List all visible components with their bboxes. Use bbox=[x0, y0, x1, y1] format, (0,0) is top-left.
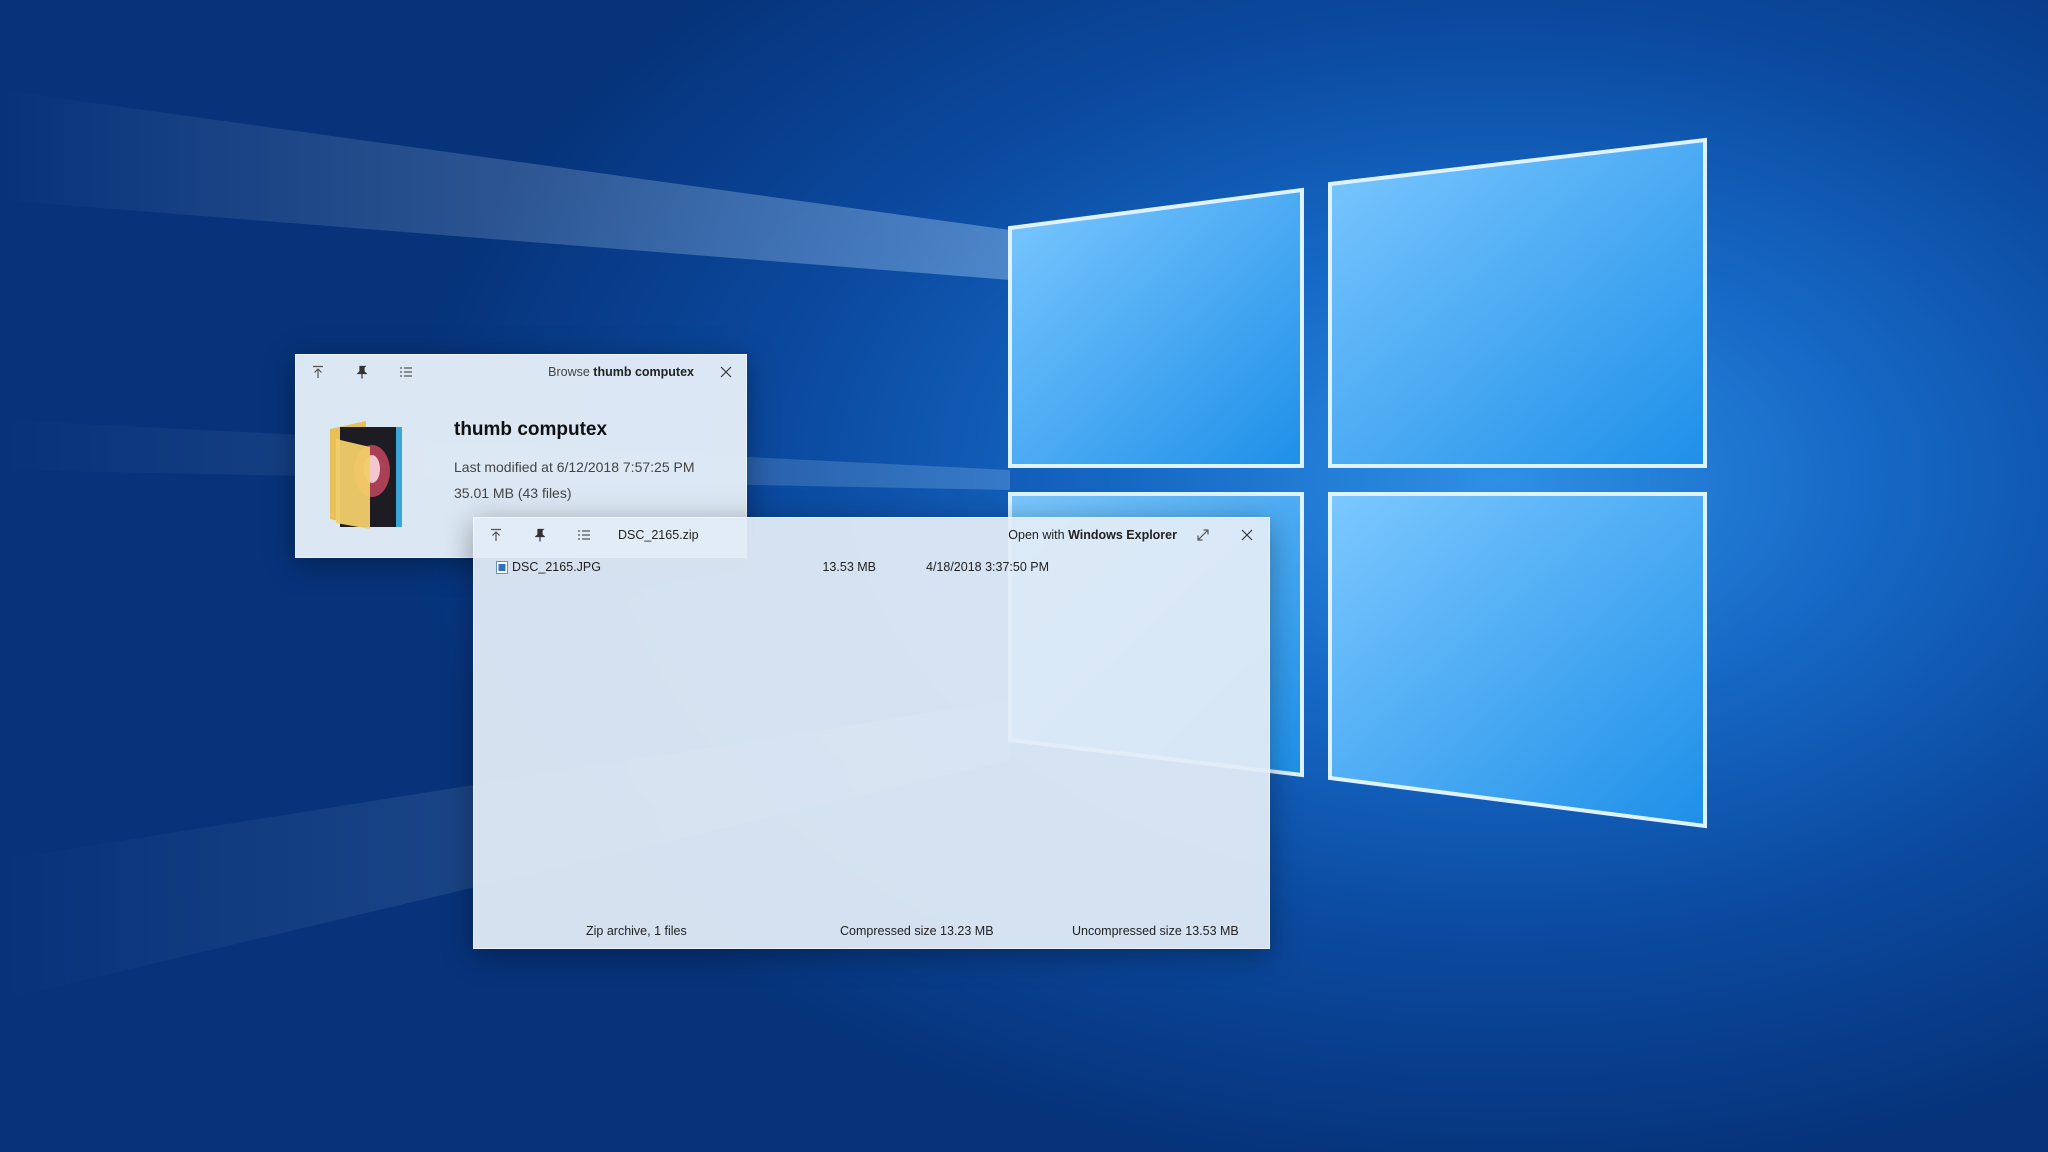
pin-icon[interactable] bbox=[518, 518, 562, 552]
folder-name: thumb computex bbox=[454, 419, 608, 440]
pin-icon[interactable] bbox=[340, 355, 384, 389]
close-icon[interactable] bbox=[706, 355, 746, 389]
open-with-button[interactable]: Open with Windows Explorer bbox=[1008, 528, 1177, 542]
back-to-top-icon[interactable] bbox=[296, 355, 340, 389]
file-row[interactable]: DSC_2165.JPG 13.53 MB 4/18/2018 3:37:50 … bbox=[496, 556, 1249, 578]
last-modified-text: Last modified at 6/12/2018 7:57:25 PM bbox=[454, 459, 695, 475]
zip-file-name: DSC_2165.zip bbox=[618, 528, 699, 542]
open-with-prefix: Open with bbox=[1008, 528, 1065, 542]
browse-target: thumb computex bbox=[593, 365, 694, 379]
list-view-icon[interactable] bbox=[384, 355, 428, 389]
folder-toolbar: Browse thumb computex bbox=[296, 355, 746, 389]
status-bar: Zip archive, 1 files Compressed size 13.… bbox=[474, 914, 1269, 948]
expand-icon[interactable] bbox=[1181, 518, 1225, 552]
file-modified: 4/18/2018 3:37:50 PM bbox=[926, 560, 1050, 574]
folder-thumbnail-icon bbox=[330, 421, 402, 529]
browse-folder-button[interactable]: Browse thumb computex bbox=[548, 365, 694, 379]
file-size: 13.53 MB bbox=[822, 560, 876, 574]
browse-prefix: Browse bbox=[548, 365, 590, 379]
archive-info: Zip archive, 1 files bbox=[586, 924, 687, 938]
list-view-icon[interactable] bbox=[562, 518, 606, 552]
open-with-app: Windows Explorer bbox=[1068, 528, 1177, 542]
uncompressed-size: Uncompressed size 13.53 MB bbox=[1072, 924, 1239, 938]
zip-toolbar: DSC_2165.zip Open with Windows Explorer bbox=[474, 518, 1269, 552]
image-file-icon bbox=[496, 560, 508, 574]
file-name-cell: DSC_2165.JPG bbox=[496, 560, 776, 574]
close-icon[interactable] bbox=[1225, 518, 1269, 552]
file-name: DSC_2165.JPG bbox=[512, 560, 601, 574]
folder-size-text: 35.01 MB (43 files) bbox=[454, 485, 572, 501]
compressed-size: Compressed size 13.23 MB bbox=[840, 924, 994, 938]
zip-preview-window: DSC_2165.zip Open with Windows Explorer … bbox=[473, 517, 1270, 949]
back-to-top-icon[interactable] bbox=[474, 518, 518, 552]
